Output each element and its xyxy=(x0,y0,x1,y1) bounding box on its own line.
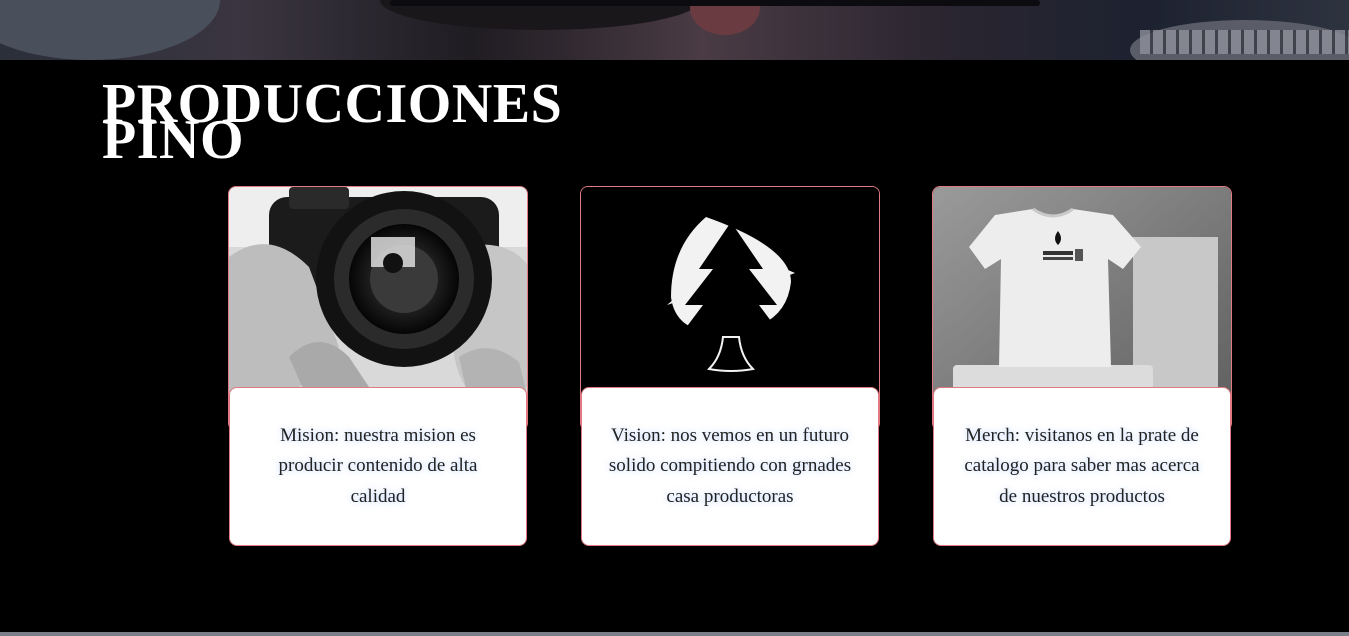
brand-title: PRODUCCIONES PINO xyxy=(102,76,562,168)
merch-card: Merch: visitanos en la prate de catalogo… xyxy=(932,186,1232,546)
vision-card: Vision: nos vemos en un futuro solido co… xyxy=(580,186,880,546)
merch-text: Merch: visitanos en la prate de catalogo… xyxy=(964,424,1200,507)
mission-text-box: Mision: nuestra mision es producir conte… xyxy=(229,387,527,546)
mission-card: Mision: nuestra mision es producir conte… xyxy=(228,186,528,546)
merch-text-box: Merch: visitanos en la prate de catalogo… xyxy=(933,387,1231,546)
vision-text-box: Vision: nos vemos en un futuro solido co… xyxy=(581,387,879,546)
mission-text: Mision: nuestra mision es producir conte… xyxy=(278,424,478,507)
hero-banner-image xyxy=(0,0,1349,60)
bottom-divider xyxy=(0,632,1349,636)
vision-text: Vision: nos vemos en un futuro solido co… xyxy=(608,424,852,507)
